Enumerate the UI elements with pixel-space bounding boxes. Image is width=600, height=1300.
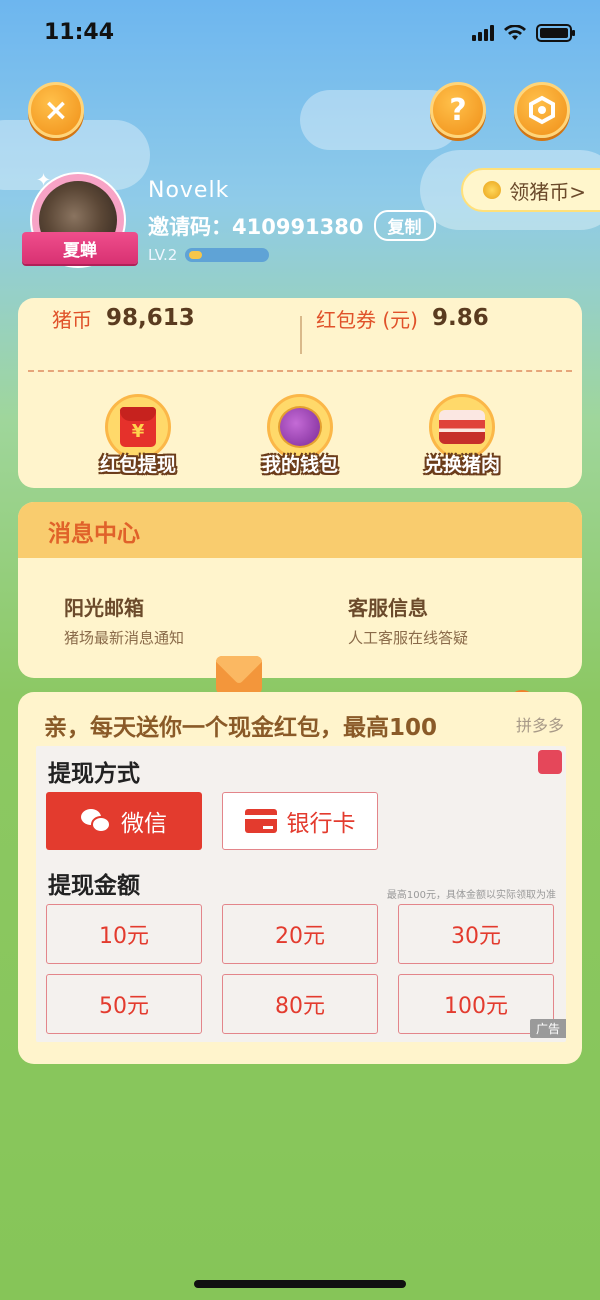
sunshine-mailbox-item[interactable]: 阳光邮箱 猪场最新消息通知 <box>64 592 184 648</box>
redpack-withdraw-button[interactable]: ¥ 红包提现 <box>68 394 208 477</box>
invite-code-row: 邀请码：410991380 复制 <box>148 210 436 241</box>
coupon-balance: 红包券 (元) 9.86 <box>316 304 489 333</box>
level-label: LV.2 <box>148 246 178 264</box>
amount-option[interactable]: 10元 <box>46 904 202 964</box>
help-button[interactable]: ? <box>430 82 486 138</box>
status-icons <box>472 24 575 42</box>
claim-coins-label: 领猪币> <box>509 179 586 204</box>
ad-panel[interactable]: 提现方式 微信 银行卡 提现金额 最高100元，具体金额以实际领取为准 10元 … <box>36 746 566 1042</box>
wifi-icon <box>504 25 526 40</box>
message-center-card: 消息中心 阳光邮箱 猪场最新消息通知 客服信息 人工客服在线答疑 <box>18 502 582 734</box>
avatar-badge-text: 夏蝉 <box>63 240 97 261</box>
exchange-pork-button[interactable]: 兑换猪肉 <box>392 394 532 477</box>
coin-icon <box>483 181 502 199</box>
method-label: 银行卡 <box>286 811 356 837</box>
home-indicator[interactable] <box>194 1280 406 1288</box>
my-wallet-button[interactable]: 我的钱包 <box>230 394 370 477</box>
close-icon: × <box>43 92 69 128</box>
method-label: 微信 <box>121 811 167 837</box>
level-row: LV.2 <box>148 246 270 264</box>
amount-option[interactable]: 30元 <box>398 904 554 964</box>
ad-brand: 拼多多 <box>515 716 564 735</box>
bank-card-method-button[interactable]: 银行卡 <box>222 792 378 850</box>
level-progress-bar <box>185 248 270 262</box>
battery-icon <box>536 24 575 42</box>
ad-title: 亲，每天送你一个现金红包，最高100 <box>44 715 438 741</box>
message-item-title: 客服信息 <box>348 596 428 620</box>
amount-option[interactable]: 50元 <box>46 974 202 1034</box>
ad-tag: 广告 <box>529 1019 566 1038</box>
action-label: 红包提现 <box>99 454 176 476</box>
balance-card: 猪币 98,613 红包券 (元) 9.86 ¥ 红包提现 我的钱包 兑换猪肉 <box>18 298 582 488</box>
amount-note: 最高100元，具体金额以实际领取为准 <box>386 890 556 901</box>
divider <box>300 316 302 354</box>
amount-option[interactable]: 20元 <box>222 904 378 964</box>
coins-label: 猪币 <box>52 307 92 332</box>
mail-icon <box>216 656 262 694</box>
coins-balance: 猪币 98,613 <box>52 304 195 333</box>
signal-icon <box>472 25 494 41</box>
coupon-label: 红包券 (元) <box>316 307 418 332</box>
avatar-badge-ribbon: 夏蝉 <box>22 232 138 264</box>
message-item-subtitle: 猪场最新消息通知 <box>64 629 185 647</box>
action-label: 兑换猪肉 <box>423 454 500 476</box>
message-item-subtitle: 人工客服在线答疑 <box>348 629 469 647</box>
level-progress-fill <box>189 251 203 259</box>
heart-logo-icon <box>538 750 562 774</box>
coupon-value: 9.86 <box>431 305 489 331</box>
wechat-method-button[interactable]: 微信 <box>46 792 202 850</box>
invite-label: 邀请码： <box>148 214 232 239</box>
ad-card[interactable]: 亲，每天送你一个现金红包，最高100 拼多多 提现方式 微信 银行卡 提现金额 … <box>18 692 582 1064</box>
message-center-title: 消息中心 <box>18 502 582 558</box>
customer-service-item[interactable]: 客服信息 人工客服在线答疑 <box>348 592 468 648</box>
dashed-divider <box>28 370 572 372</box>
settings-button[interactable] <box>514 82 570 138</box>
method-heading: 提现方式 <box>48 761 140 787</box>
invite-code: 410991380 <box>232 214 364 239</box>
help-icon: ? <box>449 92 467 128</box>
copy-button[interactable]: 复制 <box>373 210 436 241</box>
claim-coins-button[interactable]: 领猪币> <box>461 168 600 212</box>
action-label: 我的钱包 <box>261 454 338 476</box>
amount-heading: 提现金额 <box>48 873 140 899</box>
amount-option[interactable]: 80元 <box>222 974 378 1034</box>
settings-hexagon-icon <box>529 95 555 125</box>
username: Novelk <box>148 178 230 203</box>
bank-card-icon <box>244 809 277 833</box>
close-button[interactable]: × <box>28 82 84 138</box>
message-item-title: 阳光邮箱 <box>64 596 144 620</box>
coins-value: 98,613 <box>106 305 195 331</box>
wechat-icon <box>81 809 111 833</box>
status-time: 11:44 <box>44 20 115 45</box>
